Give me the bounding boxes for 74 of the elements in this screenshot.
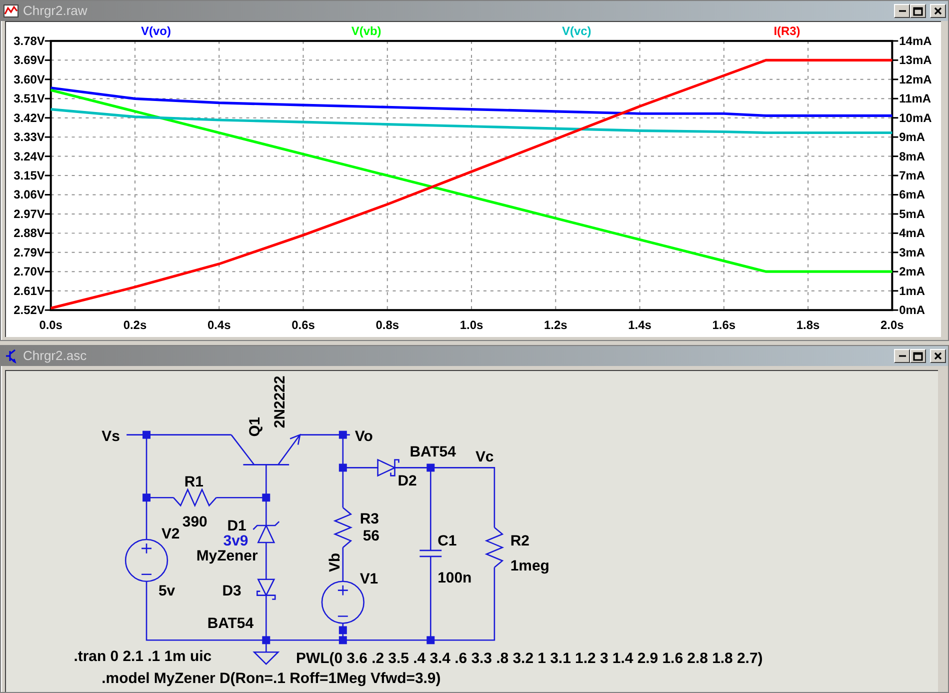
axis-tick-label: 3mA: [899, 245, 926, 260]
axis-tick-label: 5mA: [899, 206, 926, 221]
component-label: D2: [398, 472, 417, 490]
axis-tick-label: 3.51V: [14, 92, 45, 106]
axis-tick-label: 2.88V: [14, 226, 45, 240]
axis-tick-label: 7mA: [899, 168, 926, 182]
axis-tick-label: 1.8s: [796, 318, 820, 332]
component-label: R1: [184, 474, 204, 491]
trace-label: V(vo): [141, 24, 171, 38]
axis-tick-label: 14mA: [899, 34, 932, 48]
axis-tick-label: 1.4s: [628, 318, 652, 332]
axis-tick-label: 3.15V: [14, 168, 45, 182]
window-title: Chrgr2.raw: [23, 2, 88, 20]
component-label: D1: [227, 518, 246, 534]
window-title: Chrgr2.asc: [23, 347, 88, 365]
axis-tick-label: 4mA: [899, 226, 926, 240]
spice-directive: .tran 0 2.1 .1 1m uic: [74, 648, 212, 666]
axis-tick-label: 3.06V: [14, 188, 45, 202]
component-value: 2N2222: [272, 376, 289, 428]
axis-tick-label: 8mA: [899, 149, 926, 164]
axis-tick-label: 1mA: [899, 284, 926, 298]
axis-tick-label: 1.2s: [544, 318, 568, 332]
net-label: Vb: [326, 552, 344, 572]
component-label: R2: [510, 532, 530, 550]
component-value: 1meg: [510, 557, 550, 574]
axis-tick-label: 0.4s: [207, 318, 231, 332]
trace-label: V(vb): [351, 24, 382, 38]
axis-tick-label: 0.6s: [292, 318, 315, 332]
component-value: 100n: [438, 569, 472, 586]
axis-tick-label: 2.52V: [14, 303, 45, 318]
axis-tick-label: 3.24V: [14, 149, 45, 164]
component-value: 5v: [158, 582, 176, 600]
axis-tick-label: 3.42V: [14, 110, 45, 125]
net-label: Vo: [354, 428, 373, 445]
component-value: PWL(0 3.6 .2 3.5 .4 3.4 .6 3.3 .8 3.2 1 3.1 1.2 3 1.4 2.9 1.6 2.8 1.8 2.7): [296, 650, 763, 668]
axis-tick-label: 2.61V: [14, 284, 45, 298]
net-label: Vs: [102, 428, 120, 445]
component-label: V1: [360, 570, 378, 588]
trace-label: I(R3): [774, 24, 800, 38]
axis-tick-label: 3.60V: [14, 72, 45, 86]
axis-tick-label: 9mA: [899, 130, 926, 144]
axis-tick-label: 2mA: [899, 264, 926, 279]
axis-tick-label: 0.2s: [123, 318, 147, 332]
axis-tick-label: 10mA: [899, 110, 932, 125]
axis-tick-label: 1.0s: [460, 318, 484, 332]
component-label: C1: [438, 532, 457, 550]
axis-tick-label: 3.33V: [14, 130, 45, 144]
axis-tick-label: 0mA: [899, 303, 926, 318]
component-attribute: 3v9: [223, 532, 248, 550]
axis-tick-label: 13mA: [899, 53, 932, 68]
component-label: V2: [161, 525, 180, 542]
axis-tick-label: 2.0s: [880, 318, 904, 332]
axis-tick-label: 3.78V: [14, 34, 45, 48]
component-label: R3: [360, 510, 379, 528]
axis-tick-label: 2.97V: [14, 206, 45, 221]
axis-tick-label: 2.70V: [14, 264, 45, 279]
trace-label: V(vc): [562, 24, 592, 38]
axis-tick-label: 6mA: [899, 188, 926, 202]
component-value: BAT54: [207, 615, 254, 632]
component-value: BAT54: [410, 444, 456, 461]
axis-tick-label: 1.6s: [712, 318, 736, 332]
axis-tick-label: 0.0s: [39, 318, 62, 332]
axis-tick-label: 11mA: [899, 92, 932, 106]
axis-tick-label: 3.69V: [14, 53, 45, 68]
component-label: Q1: [246, 416, 264, 437]
spice-directive: .model MyZener D(Ron=.1 Roff=1Meg Vfwd=3.9): [102, 670, 441, 688]
axis-tick-label: 12mA: [899, 72, 932, 86]
component-value: 390: [182, 514, 208, 531]
net-label: Vc: [476, 448, 494, 466]
component-value: MyZener: [196, 547, 258, 564]
axis-tick-label: 2.79V: [14, 245, 45, 260]
axis-tick-label: 0.8s: [376, 318, 399, 332]
component-label: D3: [222, 582, 242, 600]
component-value: 56: [362, 527, 380, 544]
